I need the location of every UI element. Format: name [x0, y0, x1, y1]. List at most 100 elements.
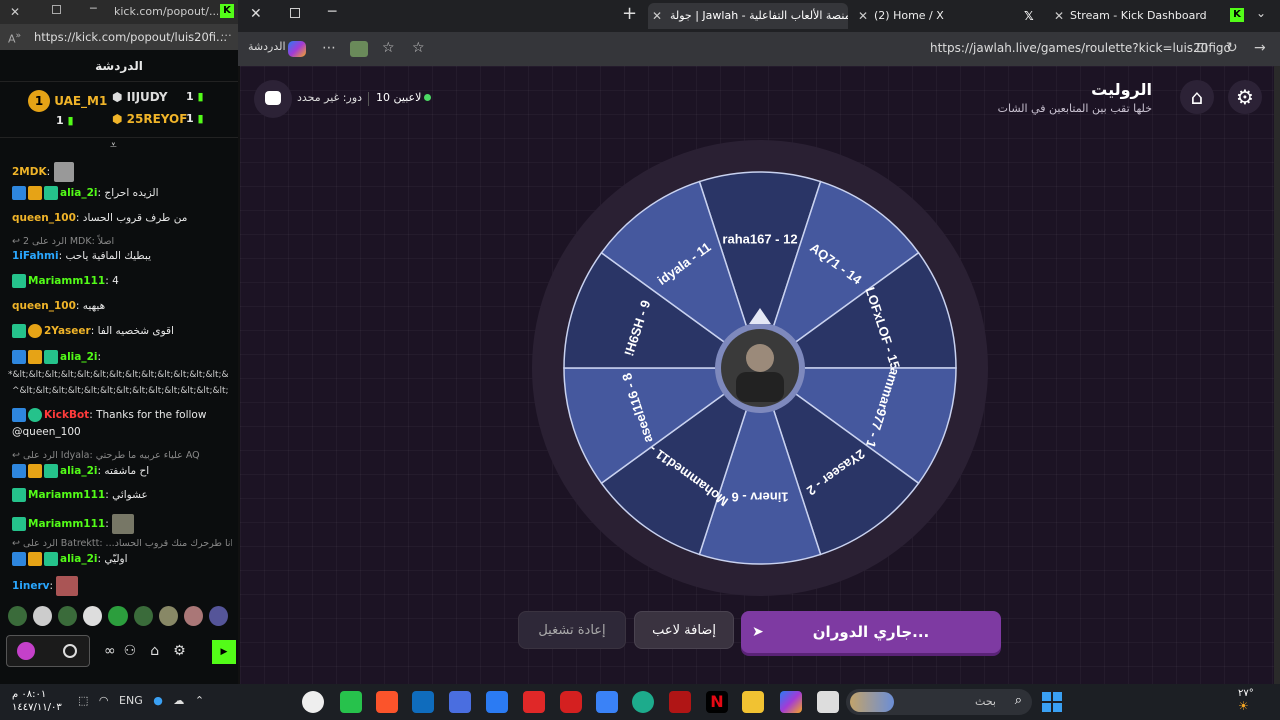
screen: ✕ ─ kick.com/popout/... K A» https://kic…: [0, 0, 1280, 720]
crown-badge-icon: [28, 350, 42, 364]
extension-icon[interactable]: [350, 41, 368, 57]
media-player-icon[interactable]: [302, 691, 324, 713]
emote-icon[interactable]: [133, 606, 153, 626]
players-label: 10 لاعبين: [376, 91, 422, 104]
minimize-icon[interactable]: ─: [328, 4, 336, 20]
game-app-icon[interactable]: [340, 691, 362, 713]
favorites-icon[interactable]: ☆: [382, 40, 395, 56]
sub-badge-icon: [12, 324, 26, 338]
edge-icon[interactable]: [632, 691, 654, 713]
chevron-up-icon[interactable]: ⌃: [195, 694, 204, 707]
kick-logo-icon: K: [1230, 8, 1244, 22]
tab-jawlah[interactable]: ✕ جولة | Jawlah - منصة الألعاب التفاعلية: [648, 3, 848, 29]
mcafee-icon[interactable]: [669, 691, 691, 713]
sub-badge-icon: [44, 464, 58, 478]
mail-icon[interactable]: [486, 691, 508, 713]
home-button[interactable]: ⌂: [1180, 80, 1214, 114]
emote-icon[interactable]: [208, 606, 228, 626]
leader-3: ⬢ 25REYOF: [112, 112, 188, 126]
date: ١٤٤٧/١١/٠٣: [12, 702, 62, 713]
close-icon[interactable]: ✕: [10, 5, 20, 19]
smiley-icon[interactable]: [63, 644, 77, 658]
roulette-wheel[interactable]: raha167 - 12 AQ71 - 14 LOFxLOF - 15 ammar97…: [530, 138, 990, 598]
kick-url[interactable]: https://kick.com/popout/luis20fi...: [34, 30, 227, 44]
store-icon[interactable]: ⌂: [150, 643, 159, 659]
more-icon[interactable]: ⋯: [322, 40, 336, 56]
verified-badge-icon: [28, 408, 42, 422]
more-icon[interactable]: ⋯: [221, 28, 233, 42]
notification-icon[interactable]: ⬚: [78, 694, 88, 707]
brave-icon[interactable]: [376, 691, 398, 713]
avatar-body: [736, 372, 784, 402]
taskbar-search[interactable]: بحث ⌕: [846, 689, 1032, 715]
close-tab-icon[interactable]: ✕: [1054, 3, 1064, 29]
wheel-svg: raha167 - 12AQ71 - 14LOFxLOF - 15ammar97…: [532, 140, 988, 596]
share-icon[interactable]: ⚇: [124, 643, 137, 659]
game-header: ⚙ ⌂ الروليت خلها تقب بين المتابعين في ال…: [240, 66, 1274, 128]
gift-badge-icon: [28, 324, 42, 338]
emote-icon[interactable]: [183, 606, 203, 626]
file-explorer-icon[interactable]: [742, 691, 764, 713]
chevron-down-icon[interactable]: ⌄: [1256, 6, 1266, 20]
page-title: الروليت: [1091, 80, 1152, 99]
copilot-icon[interactable]: [288, 41, 306, 57]
emote-icon[interactable]: [33, 606, 53, 626]
spin-button[interactable]: جاري الدوران...: [741, 611, 1001, 653]
language-indicator[interactable]: ENG: [119, 694, 143, 707]
close-tab-icon[interactable]: ✕: [652, 3, 662, 29]
chat-title: الدردشة: [0, 50, 238, 82]
sidebar-chat-label[interactable]: الدردشة: [248, 40, 286, 53]
tab-kick-dashboard[interactable]: ✕ Stream - Kick Dashboard: [1050, 3, 1240, 29]
emote-icon[interactable]: [108, 606, 128, 626]
chat-message: Mariamm111:: [12, 514, 136, 534]
read-aloud-icon[interactable]: A»: [8, 30, 21, 46]
forward-icon[interactable]: →: [1254, 40, 1266, 56]
copilot-app-icon[interactable]: [780, 691, 802, 713]
gear-icon[interactable]: ⚙: [173, 643, 186, 659]
emote-picker-icon[interactable]: [17, 642, 35, 660]
add-favorite-icon[interactable]: ☆: [412, 40, 425, 56]
send-button[interactable]: ▶: [212, 640, 236, 664]
settings-button[interactable]: ⚙: [1228, 80, 1262, 114]
restart-button[interactable]: إعادة تشغيل: [518, 611, 626, 649]
chat-message: 2MDK:: [12, 162, 76, 182]
tab-x-home[interactable]: ✕ (2) Home / X: [854, 3, 1024, 29]
task-view-icon[interactable]: [817, 691, 839, 713]
outlook-icon[interactable]: [412, 691, 434, 713]
network-icon[interactable]: ☁: [173, 694, 184, 707]
add-player-button[interactable]: إضافة لاعب: [634, 611, 734, 649]
taskbar: ٠٨:٠١ م ١٤٤٧/١١/٠٣ ⬚ ◠ ENG ● ☁ ⌃ N بحث ⌕ …: [0, 684, 1280, 720]
clock[interactable]: ٠٨:٠١ م ١٤٤٧/١١/٠٣: [12, 688, 62, 714]
maximize-icon[interactable]: [52, 5, 61, 14]
chat-input[interactable]: [6, 635, 90, 667]
app-l-icon[interactable]: [523, 691, 545, 713]
chat-message: 1iFahmi: يبطيك المافية ياحب: [12, 250, 151, 262]
weather-widget[interactable]: ٢٧° ☀: [1238, 688, 1254, 713]
infinity-icon[interactable]: ∞: [104, 643, 116, 659]
emote-icon[interactable]: [8, 606, 28, 626]
store-app-icon[interactable]: [596, 691, 618, 713]
maximize-icon[interactable]: [290, 8, 300, 18]
crown-badge-icon: [28, 552, 42, 566]
url-field[interactable]: https://jawlah.live/games/roulette?kick=…: [930, 41, 1231, 55]
scrollbar[interactable]: [1274, 66, 1280, 684]
system-tray: ⬚ ◠ ENG ● ☁ ⌃: [78, 694, 204, 707]
chat-reply: ↩ الرد على Batrektt: ...ياك انا طرحرك من…: [12, 538, 232, 549]
new-tab-icon[interactable]: +: [622, 3, 637, 24]
windows-start-icon[interactable]: [1042, 692, 1062, 712]
mic-icon[interactable]: ●: [153, 694, 163, 707]
close-icon[interactable]: ✕: [250, 6, 262, 22]
close-tab-icon[interactable]: ✕: [858, 3, 868, 29]
refresh-icon[interactable]: ↻: [1226, 40, 1238, 56]
minimize-icon[interactable]: ─: [90, 2, 97, 15]
chat-message: @queen_100: [12, 426, 81, 438]
kick-address-bar[interactable]: A» https://kick.com/popout/luis20fi... ⋯: [0, 24, 238, 50]
emote-icon[interactable]: [83, 606, 103, 626]
emote-icon[interactable]: [58, 606, 78, 626]
leader-name: 25REYOF: [126, 112, 188, 126]
wifi-icon[interactable]: ◠: [99, 694, 109, 707]
youtube-icon[interactable]: [560, 691, 582, 713]
settings-app-icon[interactable]: [449, 691, 471, 713]
netflix-icon[interactable]: N: [706, 691, 728, 713]
emote-icon[interactable]: [158, 606, 178, 626]
